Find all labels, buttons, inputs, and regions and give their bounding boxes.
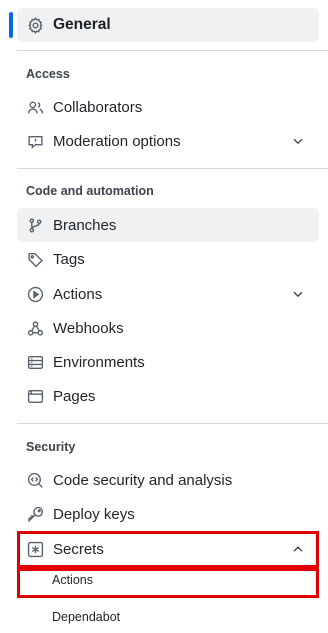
play-icon xyxy=(26,285,44,303)
sidebar-item-general[interactable]: General xyxy=(17,8,319,42)
git-branch-icon xyxy=(26,216,44,234)
section-heading-access: Access xyxy=(26,67,70,81)
sidebar-item-label: Environments xyxy=(53,353,145,371)
sidebar-item-label: Deploy keys xyxy=(53,505,135,523)
sidebar-subitem-secrets-actions[interactable]: Actions xyxy=(52,573,93,587)
divider xyxy=(17,168,328,169)
active-indicator xyxy=(9,12,13,38)
chevron-down-icon xyxy=(293,291,303,298)
sidebar-item-label: Branches xyxy=(53,216,117,234)
key-asterisk-icon xyxy=(26,540,44,558)
browser-icon xyxy=(26,387,44,405)
sidebar-item-label: Webhooks xyxy=(53,319,124,337)
sidebar-item-label: Moderation options xyxy=(53,132,181,150)
codescan-icon xyxy=(26,471,44,489)
webhook-icon xyxy=(26,319,44,337)
section-heading-code-and-automation: Code and automation xyxy=(26,184,154,198)
chevron-down-icon xyxy=(293,138,303,145)
key-icon xyxy=(26,505,44,523)
section-heading-security: Security xyxy=(26,440,76,454)
sidebar-item-label: Secrets xyxy=(53,540,104,558)
sidebar-subitem-secrets-dependabot[interactable]: Dependabot xyxy=(52,610,120,624)
sidebar-item-label: Tags xyxy=(53,250,85,268)
sidebar-item-deploy-keys[interactable]: Deploy keys xyxy=(17,497,319,531)
report-icon xyxy=(26,132,44,150)
sidebar-item-collaborators[interactable]: Collaborators xyxy=(17,90,319,124)
sidebar-item-code-security-and-analysis[interactable]: Code security and analysis xyxy=(17,463,319,497)
sidebar-item-pages[interactable]: Pages xyxy=(17,379,319,413)
sidebar-item-actions[interactable]: Actions xyxy=(17,277,319,311)
divider xyxy=(17,50,328,51)
sidebar-item-tags[interactable]: Tags xyxy=(17,242,319,276)
sidebar-item-label: Collaborators xyxy=(53,98,143,116)
sidebar-item-label: General xyxy=(53,16,111,33)
sidebar-item-label: Actions xyxy=(53,285,103,303)
people-icon xyxy=(26,98,44,116)
sidebar-item-label: Pages xyxy=(53,387,96,405)
gear-icon xyxy=(26,16,44,34)
sidebar-item-secrets[interactable]: Secrets xyxy=(17,532,319,566)
sidebar-item-webhooks[interactable]: Webhooks xyxy=(17,311,319,345)
divider xyxy=(17,423,328,424)
sidebar-item-label: Code security and analysis xyxy=(53,471,233,489)
sidebar-item-branches[interactable]: Branches xyxy=(17,208,319,242)
sidebar-item-environments[interactable]: Environments xyxy=(17,345,319,379)
sidebar-item-moderation-options[interactable]: Moderation options xyxy=(17,124,319,158)
chevron-up-icon xyxy=(293,546,303,552)
server-icon xyxy=(26,353,44,371)
tag-icon xyxy=(26,250,44,268)
